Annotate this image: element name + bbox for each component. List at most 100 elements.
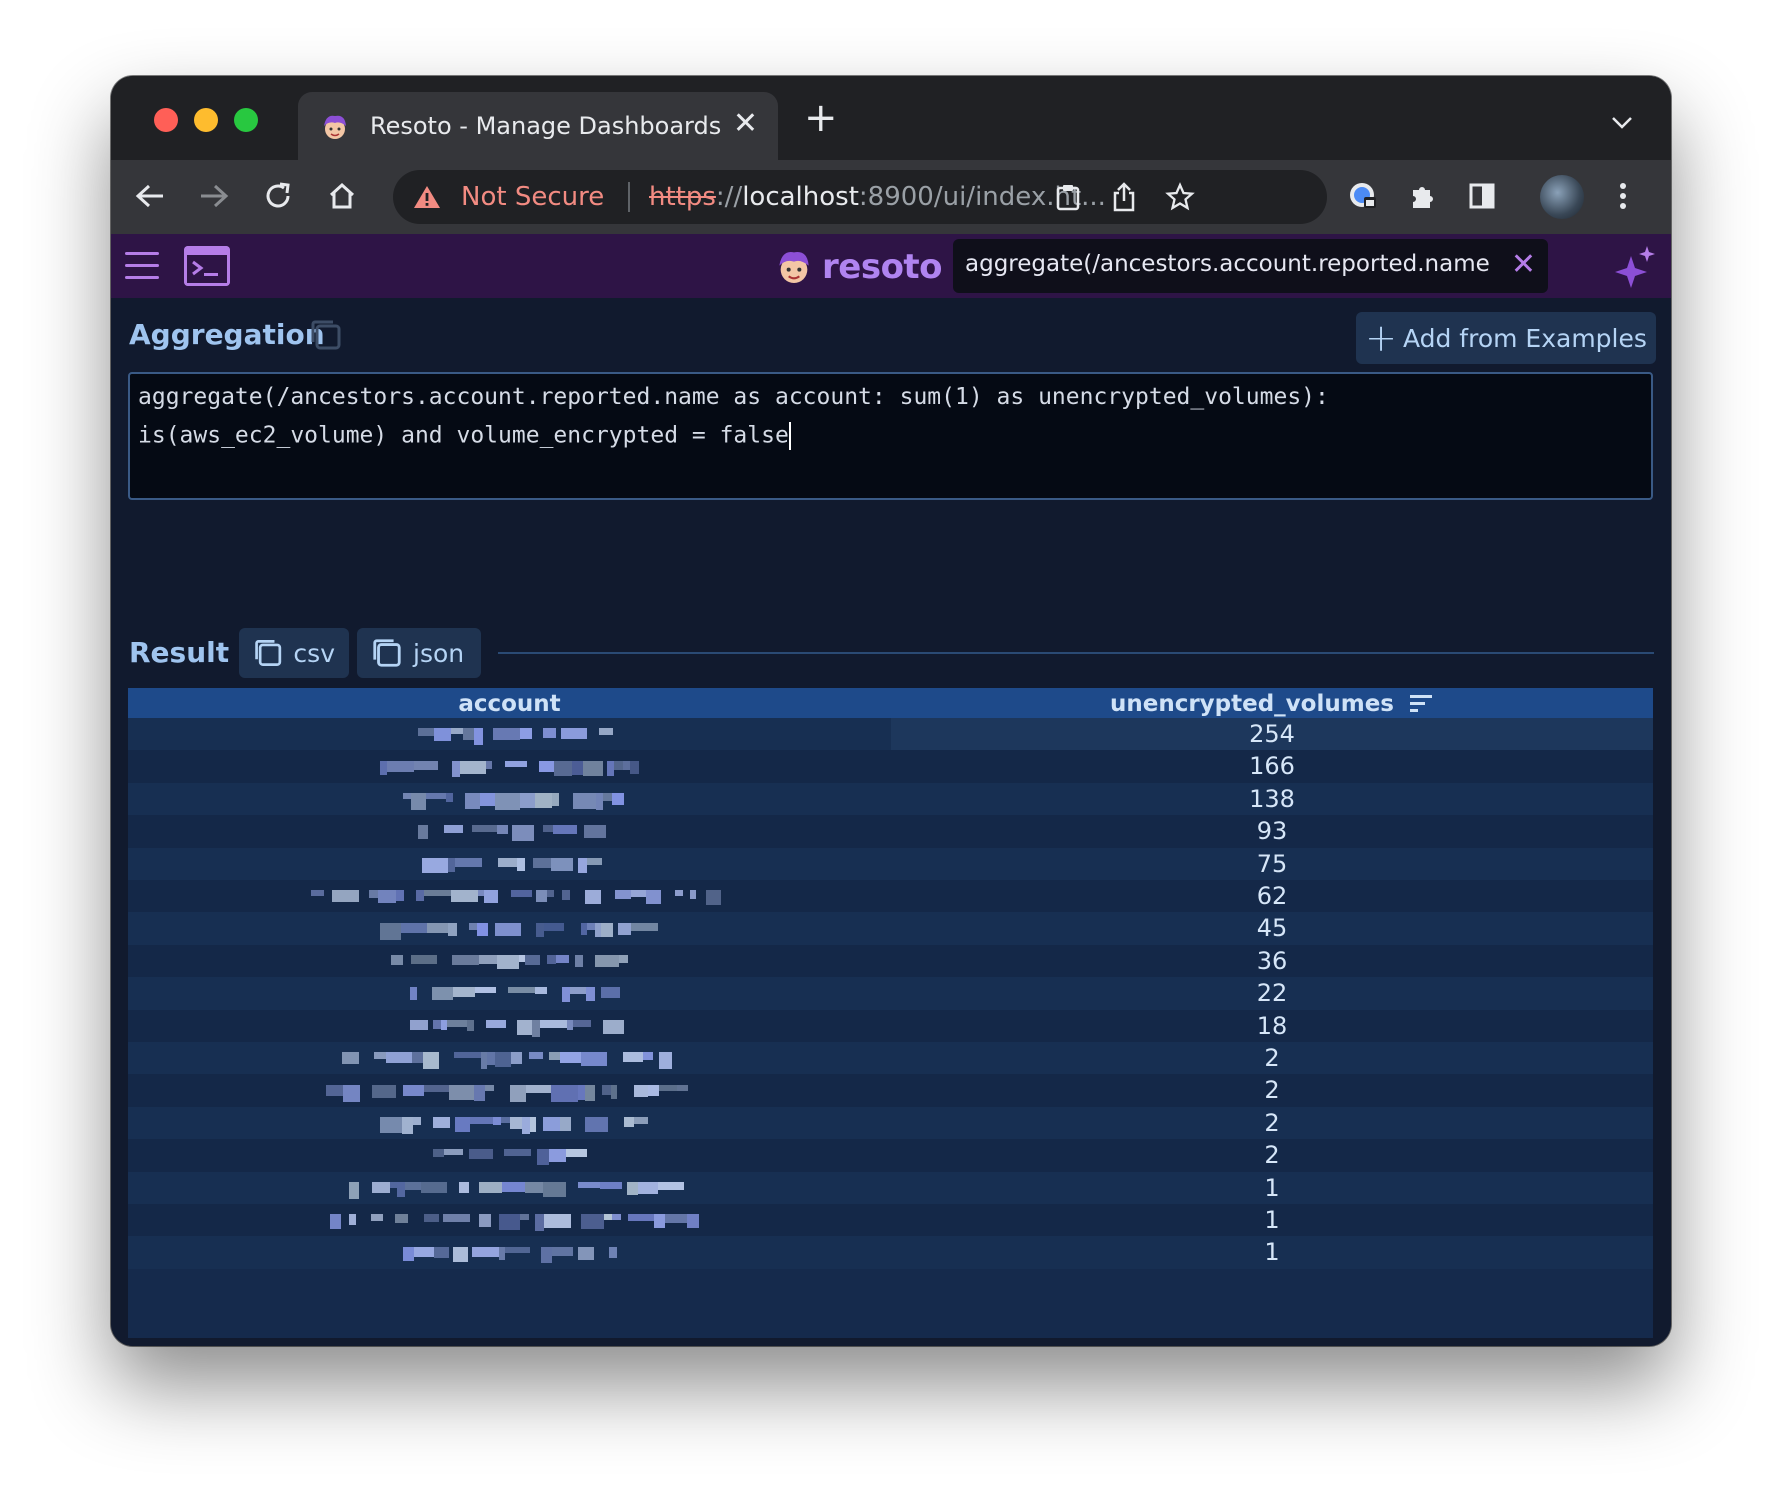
redacted-pixel (543, 1181, 567, 1197)
redacted-pixel (646, 890, 662, 905)
redacted-pixel (529, 1116, 536, 1132)
redacted-pixel (341, 1052, 359, 1065)
table-row[interactable]: 1 (128, 1171, 1653, 1204)
table-row[interactable]: 62 (128, 880, 1653, 913)
copy-icon[interactable] (309, 318, 343, 352)
copy-json-button[interactable]: json (357, 628, 481, 678)
redacted-pixel (402, 792, 411, 799)
aggregation-editor[interactable]: aggregate(/ancestors.account.reported.na… (128, 372, 1653, 500)
redacted-pixel (577, 1246, 594, 1260)
redacted-pixel (586, 922, 595, 930)
redacted-pixel (445, 792, 453, 802)
redacted-pixel (604, 1214, 613, 1221)
column-header-unencrypted-volumes[interactable]: unencrypted_volumes (891, 688, 1653, 718)
table-row[interactable]: 2 (128, 1106, 1653, 1140)
unencrypted-volumes-cell: 18 (1256, 1011, 1288, 1040)
redacted-pixel (690, 890, 697, 900)
redacted-pixel (659, 1084, 678, 1091)
redacted-pixel (454, 857, 482, 867)
column-header-account[interactable]: account (128, 688, 891, 718)
more-icon[interactable] (1601, 174, 1645, 218)
address-bar[interactable]: Not Secure https://localhost:8900/ui/ind… (393, 170, 1327, 224)
redacted-pixel (509, 1116, 522, 1129)
code-line-2: is(aws_ec2_volume) and volume_encrypted … (138, 422, 791, 450)
redacted-pixel (658, 1052, 672, 1070)
sidebar-icon[interactable] (1460, 174, 1504, 218)
redacted-pixel (595, 954, 620, 967)
redacted-pixel (494, 1052, 511, 1068)
table-row[interactable]: 75 (128, 847, 1653, 880)
resoto-logo[interactable]: resoto (774, 247, 943, 287)
table-row[interactable]: 2 (128, 1042, 1653, 1075)
redacted-pixel (484, 890, 499, 904)
terminal-icon[interactable] (184, 246, 230, 286)
table-row[interactable]: 1 (128, 1236, 1653, 1269)
table-row[interactable]: 45 (128, 912, 1653, 945)
share-icon[interactable] (1107, 180, 1141, 214)
table-row[interactable]: 2 (128, 1074, 1653, 1107)
minimize-window-button[interactable] (194, 108, 218, 132)
copy-icon (373, 639, 401, 667)
password-manager-icon[interactable] (1341, 174, 1385, 218)
redacted-pixel (499, 1214, 521, 1231)
search-input[interactable]: aggregate(/ancestors.account.reported.na… (953, 239, 1548, 293)
redacted-pixel (433, 1149, 445, 1158)
table-row[interactable]: 22 (128, 977, 1653, 1010)
sparkle-icon[interactable] (1613, 244, 1657, 288)
account-cell (128, 848, 891, 880)
table-row[interactable]: 254 (128, 718, 1653, 751)
redacted-pixel (583, 825, 606, 839)
forward-icon[interactable] (192, 174, 236, 218)
table-row[interactable]: 36 (128, 944, 1653, 978)
back-icon[interactable] (128, 174, 172, 218)
unencrypted-volumes-cell: 166 (1249, 752, 1295, 781)
table-row[interactable]: 138 (128, 782, 1653, 816)
clear-search-icon[interactable]: ✕ (1511, 247, 1536, 282)
reload-icon[interactable] (256, 174, 300, 218)
tab-active[interactable]: Resoto - Manage Dashboards ✕ (298, 92, 778, 160)
redacted-pixel (373, 1052, 386, 1060)
result-table: account unencrypted_volumes 254 166 138 93 7… (128, 688, 1653, 1338)
redacted-pixel (411, 954, 438, 964)
url-text[interactable]: https://localhost:8900/ui/index.ht... (649, 182, 1106, 212)
redacted-pixel (551, 1084, 579, 1102)
copy-csv-button[interactable]: csv (239, 628, 349, 678)
close-window-button[interactable] (154, 108, 178, 132)
home-icon[interactable] (320, 174, 364, 218)
tab-close-icon[interactable]: ✕ (733, 106, 758, 142)
redacted-pixel (397, 1181, 406, 1197)
redacted-pixel (535, 922, 544, 937)
tab-search-chevron-icon[interactable] (1611, 108, 1633, 136)
add-from-examples-button[interactable]: + Add from Examples (1356, 312, 1656, 364)
table-row[interactable]: 18 (128, 1009, 1653, 1042)
redacted-pixel (601, 987, 621, 999)
redacted-pixel (413, 1246, 434, 1257)
redacted-pixel (476, 922, 488, 936)
table-row[interactable]: 2 (128, 1139, 1653, 1172)
table-row[interactable]: 166 (128, 750, 1653, 783)
new-tab-icon[interactable]: + (804, 98, 838, 138)
redacted-pixel (532, 1019, 541, 1037)
redacted-pixel (535, 1214, 545, 1232)
redacted-pixel (580, 1052, 607, 1067)
redacted-pixel (422, 1052, 439, 1070)
profile-avatar[interactable] (1540, 175, 1584, 219)
extensions-icon[interactable] (1401, 174, 1445, 218)
clipboard-icon[interactable] (1051, 180, 1085, 214)
redacted-pixel (571, 760, 583, 775)
redacted-pixel (627, 1181, 639, 1195)
redacted-pixel (410, 792, 426, 810)
redacted-pixel (416, 890, 425, 902)
resoto-favicon-icon (324, 115, 346, 139)
security-label[interactable]: Not Secure (461, 182, 604, 212)
star-icon[interactable] (1163, 180, 1197, 214)
redacted-pixel (638, 1181, 659, 1194)
account-cell (128, 1074, 891, 1106)
table-row[interactable]: 1 (128, 1204, 1653, 1237)
redacted-pixel (578, 1181, 601, 1188)
redacted-pixel (400, 922, 427, 933)
maximize-window-button[interactable] (234, 108, 258, 132)
redacted-pixel (634, 1084, 649, 1097)
menu-icon[interactable] (125, 248, 161, 284)
table-row[interactable]: 93 (128, 815, 1653, 848)
